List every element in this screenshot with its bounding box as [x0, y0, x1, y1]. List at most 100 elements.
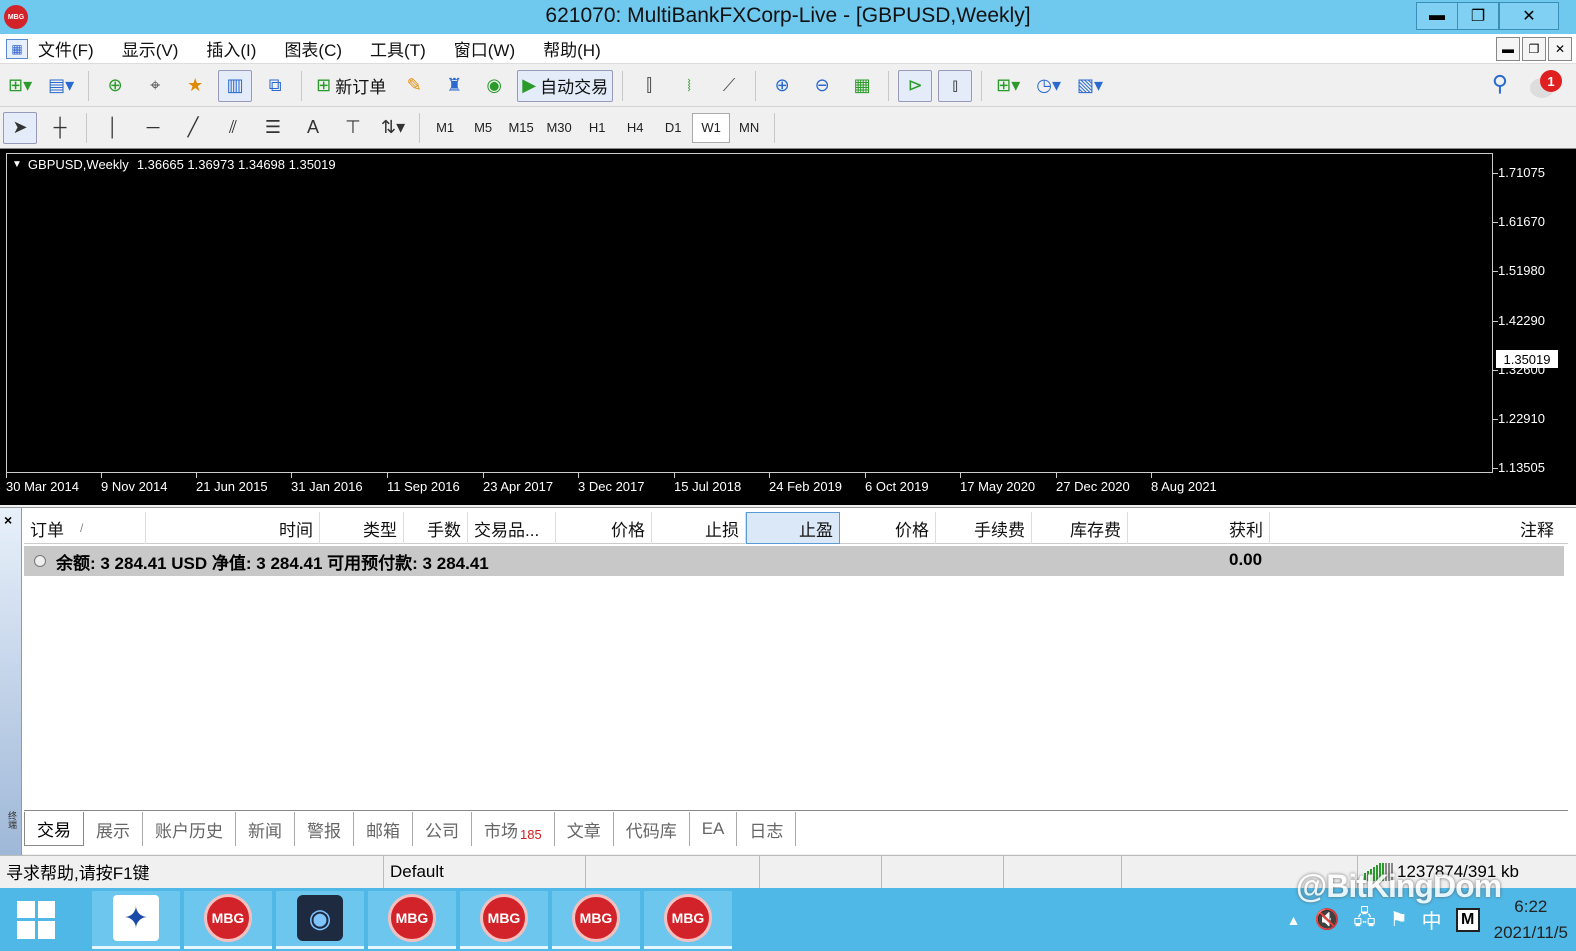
taskbar-mbg-app-5[interactable]: MBG	[644, 890, 732, 949]
menu-charts[interactable]: 图表(C)	[284, 36, 342, 61]
timeframe-h4[interactable]: H4	[616, 113, 654, 143]
timeframe-m15[interactable]: M15	[502, 113, 540, 143]
tab-news[interactable]: 新闻	[236, 812, 295, 846]
volume-muted-icon[interactable]: 🔇	[1314, 907, 1339, 932]
mdi-minimize-button[interactable]: ▬	[1496, 37, 1520, 61]
auto-trading-button[interactable]: ▶ 自动交易	[517, 69, 614, 102]
tab-mailbox[interactable]: 邮箱	[354, 812, 413, 846]
taskbar-owl-app[interactable]: ◉	[276, 890, 364, 949]
column-profit[interactable]: 获利	[1128, 512, 1270, 544]
terminal-button[interactable]: ▥	[218, 69, 253, 102]
market-watch-button[interactable]: ⊕	[98, 70, 132, 102]
trendline-button[interactable]: ╱	[176, 112, 210, 144]
signals-button[interactable]: ◉	[477, 70, 511, 102]
chart-window[interactable]: ▼ GBPUSD,Weekly 1.36665 1.36973 1.34698 …	[0, 148, 1576, 505]
profiles-button[interactable]: ▤▾	[43, 70, 79, 102]
tab-trade[interactable]: 交易	[24, 812, 84, 846]
menu-view[interactable]: 显示(V)	[122, 36, 179, 61]
timeframe-m30[interactable]: M30	[540, 113, 578, 143]
bar-chart-button[interactable]: ⫿	[632, 70, 666, 102]
action-center-flag-icon[interactable]: ⚑	[1390, 907, 1408, 932]
auto-scroll-button[interactable]: ⊳	[898, 69, 933, 102]
taskbar-mbg-app-4[interactable]: MBG	[552, 890, 640, 949]
column-order[interactable]: 订单 /	[24, 512, 146, 544]
menu-tools[interactable]: 工具(T)	[370, 36, 426, 61]
column-take-profit[interactable]: 止盈	[746, 512, 840, 544]
taskbar-mbg-app-2[interactable]: MBG	[368, 890, 456, 949]
periods-button[interactable]: ◷▾	[1031, 70, 1066, 102]
timeframe-m1[interactable]: M1	[426, 113, 464, 143]
zoom-out-button[interactable]: ⊖	[805, 70, 839, 102]
indicators-button[interactable]: ⊞▾	[991, 70, 1025, 102]
restore-button[interactable]: ❐	[1457, 2, 1499, 30]
vertical-line-button[interactable]: │	[96, 112, 130, 144]
status-profile[interactable]: Default	[384, 855, 586, 888]
mdi-restore-button[interactable]: ❐	[1522, 37, 1546, 61]
new-chart-button[interactable]: ⊞▾	[3, 70, 37, 102]
timeframe-mn[interactable]: MN	[730, 113, 768, 143]
column-stop-loss[interactable]: 止损	[652, 512, 746, 544]
search-icon[interactable]: ⚲	[1492, 71, 1508, 97]
tab-exposure[interactable]: 展示	[84, 812, 143, 846]
tab-code-base[interactable]: 代码库	[614, 812, 690, 846]
terminal-grip-label[interactable]: 终端	[3, 811, 19, 845]
terminal-close-button[interactable]: ×	[4, 512, 12, 528]
chart-shift-button[interactable]: ⫾	[938, 69, 973, 102]
column-comment[interactable]: 注释	[1270, 512, 1560, 544]
arrows-button[interactable]: ⇅▾	[376, 112, 410, 144]
tab-alerts[interactable]: 警报	[295, 812, 354, 846]
chart-plot-area[interactable]	[6, 153, 1493, 473]
close-button[interactable]: ✕	[1499, 2, 1559, 30]
taskbar-mbg-app-3[interactable]: MBG	[460, 890, 548, 949]
tab-account-history[interactable]: 账户历史	[143, 812, 236, 846]
menu-insert[interactable]: 插入(I)	[206, 36, 256, 61]
column-lots[interactable]: 手数	[404, 512, 468, 544]
tab-experts[interactable]: EA	[690, 812, 738, 846]
tile-windows-button[interactable]: ▦	[845, 70, 879, 102]
minimize-button[interactable]: ▬	[1416, 2, 1458, 30]
taskbar-robot-app[interactable]: ✦	[92, 890, 180, 949]
column-commission[interactable]: 手续费	[936, 512, 1032, 544]
navigator-button[interactable]: ★	[178, 70, 212, 102]
menu-help[interactable]: 帮助(H)	[543, 36, 601, 61]
data-window-button[interactable]: ⌖	[138, 70, 172, 102]
collapse-triangle-icon[interactable]: ▼	[12, 159, 22, 170]
start-button[interactable]	[0, 888, 72, 951]
templates-button[interactable]: ▧▾	[1072, 70, 1108, 102]
timeframe-h1[interactable]: H1	[578, 113, 616, 143]
line-chart-button[interactable]: ⟋	[712, 70, 746, 102]
timeframe-m5[interactable]: M5	[464, 113, 502, 143]
crosshair-tool-button[interactable]: ┼	[43, 112, 77, 144]
strategy-tester-button[interactable]: ⧉	[258, 70, 292, 102]
column-current-price[interactable]: 价格	[840, 512, 936, 544]
column-price[interactable]: 价格	[556, 512, 652, 544]
m-app-icon[interactable]: M	[1455, 907, 1480, 932]
taskbar-mbg-app-1[interactable]: MBG	[184, 890, 272, 949]
mdi-close-button[interactable]: ✕	[1548, 37, 1572, 61]
metaeditor-button[interactable]: ✎	[397, 70, 431, 102]
network-icon[interactable]: 🖧	[1353, 903, 1375, 937]
tab-articles[interactable]: 文章	[555, 812, 614, 846]
vps-button[interactable]: ♜	[437, 70, 471, 102]
timeframe-d1[interactable]: D1	[654, 113, 692, 143]
candlestick-button[interactable]: ⧘	[672, 70, 706, 102]
balance-row[interactable]: 余额: 3 284.41 USD 净值: 3 284.41 可用预付款: 3 2…	[24, 546, 1564, 576]
tab-company[interactable]: 公司	[413, 812, 472, 846]
ime-indicator[interactable]: 中	[1422, 905, 1442, 934]
text-tool-button[interactable]: A	[296, 112, 330, 144]
column-type[interactable]: 类型	[320, 512, 404, 544]
notifications-button[interactable]: 1	[1530, 70, 1562, 100]
zoom-in-button[interactable]: ⊕	[765, 70, 799, 102]
column-symbol[interactable]: 交易品...	[468, 512, 556, 544]
menu-file[interactable]: 文件(F)	[38, 36, 94, 61]
timeframe-w1[interactable]: W1	[692, 112, 731, 143]
equidistant-channel-button[interactable]: ⫽	[216, 112, 250, 144]
cursor-tool-button[interactable]: ➤	[3, 111, 37, 144]
tab-market[interactable]: 市场 185	[472, 812, 555, 846]
horizontal-line-button[interactable]: ─	[136, 112, 170, 144]
taskbar-clock[interactable]: 6:22 2021/11/5	[1494, 894, 1568, 946]
tray-expand-icon[interactable]: ▲	[1287, 912, 1301, 928]
fibonacci-button[interactable]: ☰	[256, 112, 290, 144]
column-time[interactable]: 时间	[146, 512, 320, 544]
new-order-button[interactable]: ⊞ 新订单	[311, 70, 391, 102]
